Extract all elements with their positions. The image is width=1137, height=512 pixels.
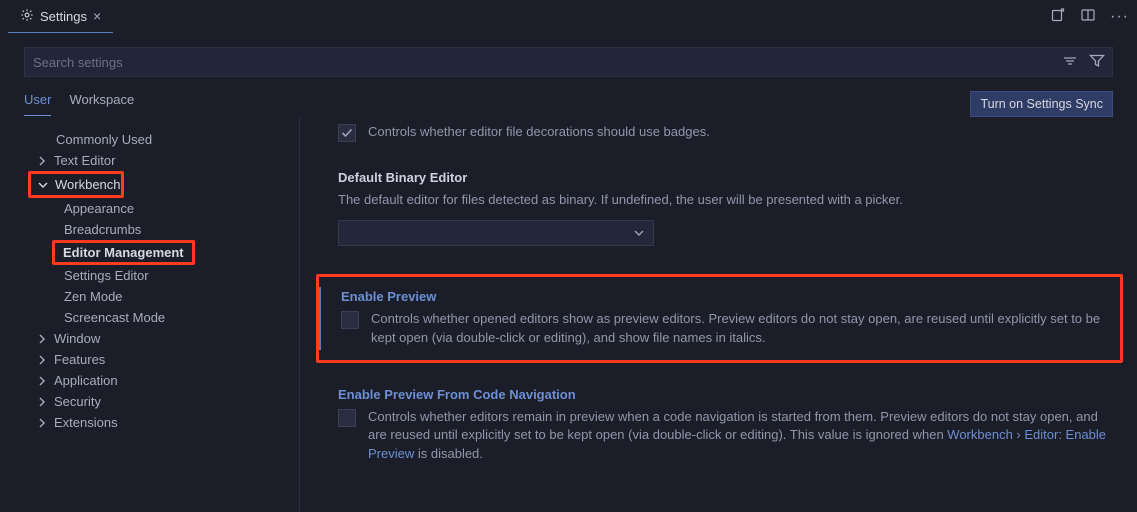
- settings-sidebar: Commonly Used Text Editor Workbench Appe…: [0, 117, 300, 512]
- sidebar-item-label: Window: [54, 331, 100, 346]
- search-actions: [1063, 54, 1105, 71]
- sidebar-item-text-editor[interactable]: Text Editor: [0, 150, 299, 171]
- scope-row: User Workspace Turn on Settings Sync: [24, 91, 1113, 117]
- chevron-right-icon: [36, 375, 48, 387]
- search-input[interactable]: [24, 47, 1113, 77]
- scope-tab-workspace[interactable]: Workspace: [69, 92, 134, 116]
- sidebar-item-editor-management[interactable]: Editor Management: [55, 243, 192, 262]
- setting-title: Default Binary Editor: [338, 170, 1117, 185]
- sidebar-item-settings-editor[interactable]: Settings Editor: [0, 265, 299, 286]
- sidebar-item-label: Text Editor: [54, 153, 115, 168]
- chevron-right-icon: [36, 333, 48, 345]
- sidebar-item-breadcrumbs[interactable]: Breadcrumbs: [0, 219, 299, 240]
- sidebar-item-application[interactable]: Application: [0, 370, 299, 391]
- checkbox-enable-preview[interactable]: [341, 311, 359, 329]
- sidebar-item-window[interactable]: Window: [0, 328, 299, 349]
- sidebar-item-security[interactable]: Security: [0, 391, 299, 412]
- chevron-right-icon: [36, 155, 48, 167]
- sidebar-item-label: Workbench: [55, 177, 121, 192]
- turn-on-sync-button[interactable]: Turn on Settings Sync: [970, 91, 1113, 117]
- close-icon[interactable]: ×: [93, 8, 101, 24]
- checkbox-enable-preview-nav[interactable]: [338, 409, 356, 427]
- sidebar-item-label: Security: [54, 394, 101, 409]
- settings-content: Controls whether editor file decorations…: [300, 117, 1137, 512]
- setting-desc: The default editor for files detected as…: [338, 191, 1117, 210]
- desc-part-2: is disabled.: [414, 446, 483, 461]
- chevron-right-icon: [36, 354, 48, 366]
- settings-header: User Workspace Turn on Settings Sync: [0, 33, 1137, 117]
- highlight-editor-management: Editor Management: [52, 240, 195, 265]
- tab-label: Settings: [40, 9, 87, 24]
- checkbox-decorations-badges[interactable]: [338, 124, 356, 142]
- setting-title: Enable Preview: [341, 289, 1108, 304]
- setting-desc: Controls whether editors remain in previ…: [368, 408, 1117, 465]
- setting-desc: Controls whether opened editors show as …: [371, 310, 1108, 348]
- setting-enable-preview-from-code-nav: Enable Preview From Code Navigation Cont…: [338, 387, 1117, 465]
- main-area: Commonly Used Text Editor Workbench Appe…: [0, 117, 1137, 512]
- highlight-enable-preview: Enable Preview Controls whether opened e…: [316, 274, 1123, 363]
- title-bar: Settings × ···: [0, 0, 1137, 33]
- scope-tab-user[interactable]: User: [24, 92, 51, 116]
- highlight-workbench: Workbench: [28, 171, 124, 198]
- more-icon[interactable]: ···: [1110, 8, 1129, 26]
- setting-desc: Controls whether editor file decorations…: [368, 123, 710, 142]
- sidebar-item-label: Application: [54, 373, 118, 388]
- titlebar-actions: ···: [1050, 7, 1129, 26]
- setting-title: Enable Preview From Code Navigation: [338, 387, 1117, 402]
- setting-enable-preview: Enable Preview Controls whether opened e…: [319, 287, 1108, 350]
- filter-icon[interactable]: [1089, 54, 1105, 71]
- sidebar-item-zen-mode[interactable]: Zen Mode: [0, 286, 299, 307]
- sidebar-item-label: Extensions: [54, 415, 118, 430]
- split-editor-icon[interactable]: [1080, 7, 1096, 26]
- chevron-down-icon: [633, 228, 645, 238]
- sidebar-item-workbench[interactable]: Workbench: [31, 174, 121, 195]
- chevron-right-icon: [36, 417, 48, 429]
- setting-decorations-badges: Controls whether editor file decorations…: [338, 123, 1117, 142]
- sidebar-item-screencast-mode[interactable]: Screencast Mode: [0, 307, 299, 328]
- chevron-down-icon: [37, 179, 49, 191]
- open-changes-icon[interactable]: [1050, 7, 1066, 26]
- tab-settings[interactable]: Settings ×: [8, 0, 113, 33]
- sidebar-item-label: Features: [54, 352, 105, 367]
- setting-default-binary-editor: Default Binary Editor The default editor…: [338, 170, 1117, 246]
- sidebar-item-commonly-used[interactable]: Commonly Used: [0, 129, 299, 150]
- chevron-right-icon: [36, 396, 48, 408]
- sidebar-item-features[interactable]: Features: [0, 349, 299, 370]
- gear-icon: [20, 8, 34, 25]
- clear-input-icon[interactable]: [1063, 55, 1079, 70]
- sidebar-item-appearance[interactable]: Appearance: [0, 198, 299, 219]
- select-default-binary-editor[interactable]: [338, 220, 654, 246]
- scope-tabs: User Workspace: [24, 92, 134, 116]
- search-wrap: [24, 47, 1113, 77]
- sidebar-item-extensions[interactable]: Extensions: [0, 412, 299, 433]
- tab-strip: Settings ×: [8, 0, 113, 33]
